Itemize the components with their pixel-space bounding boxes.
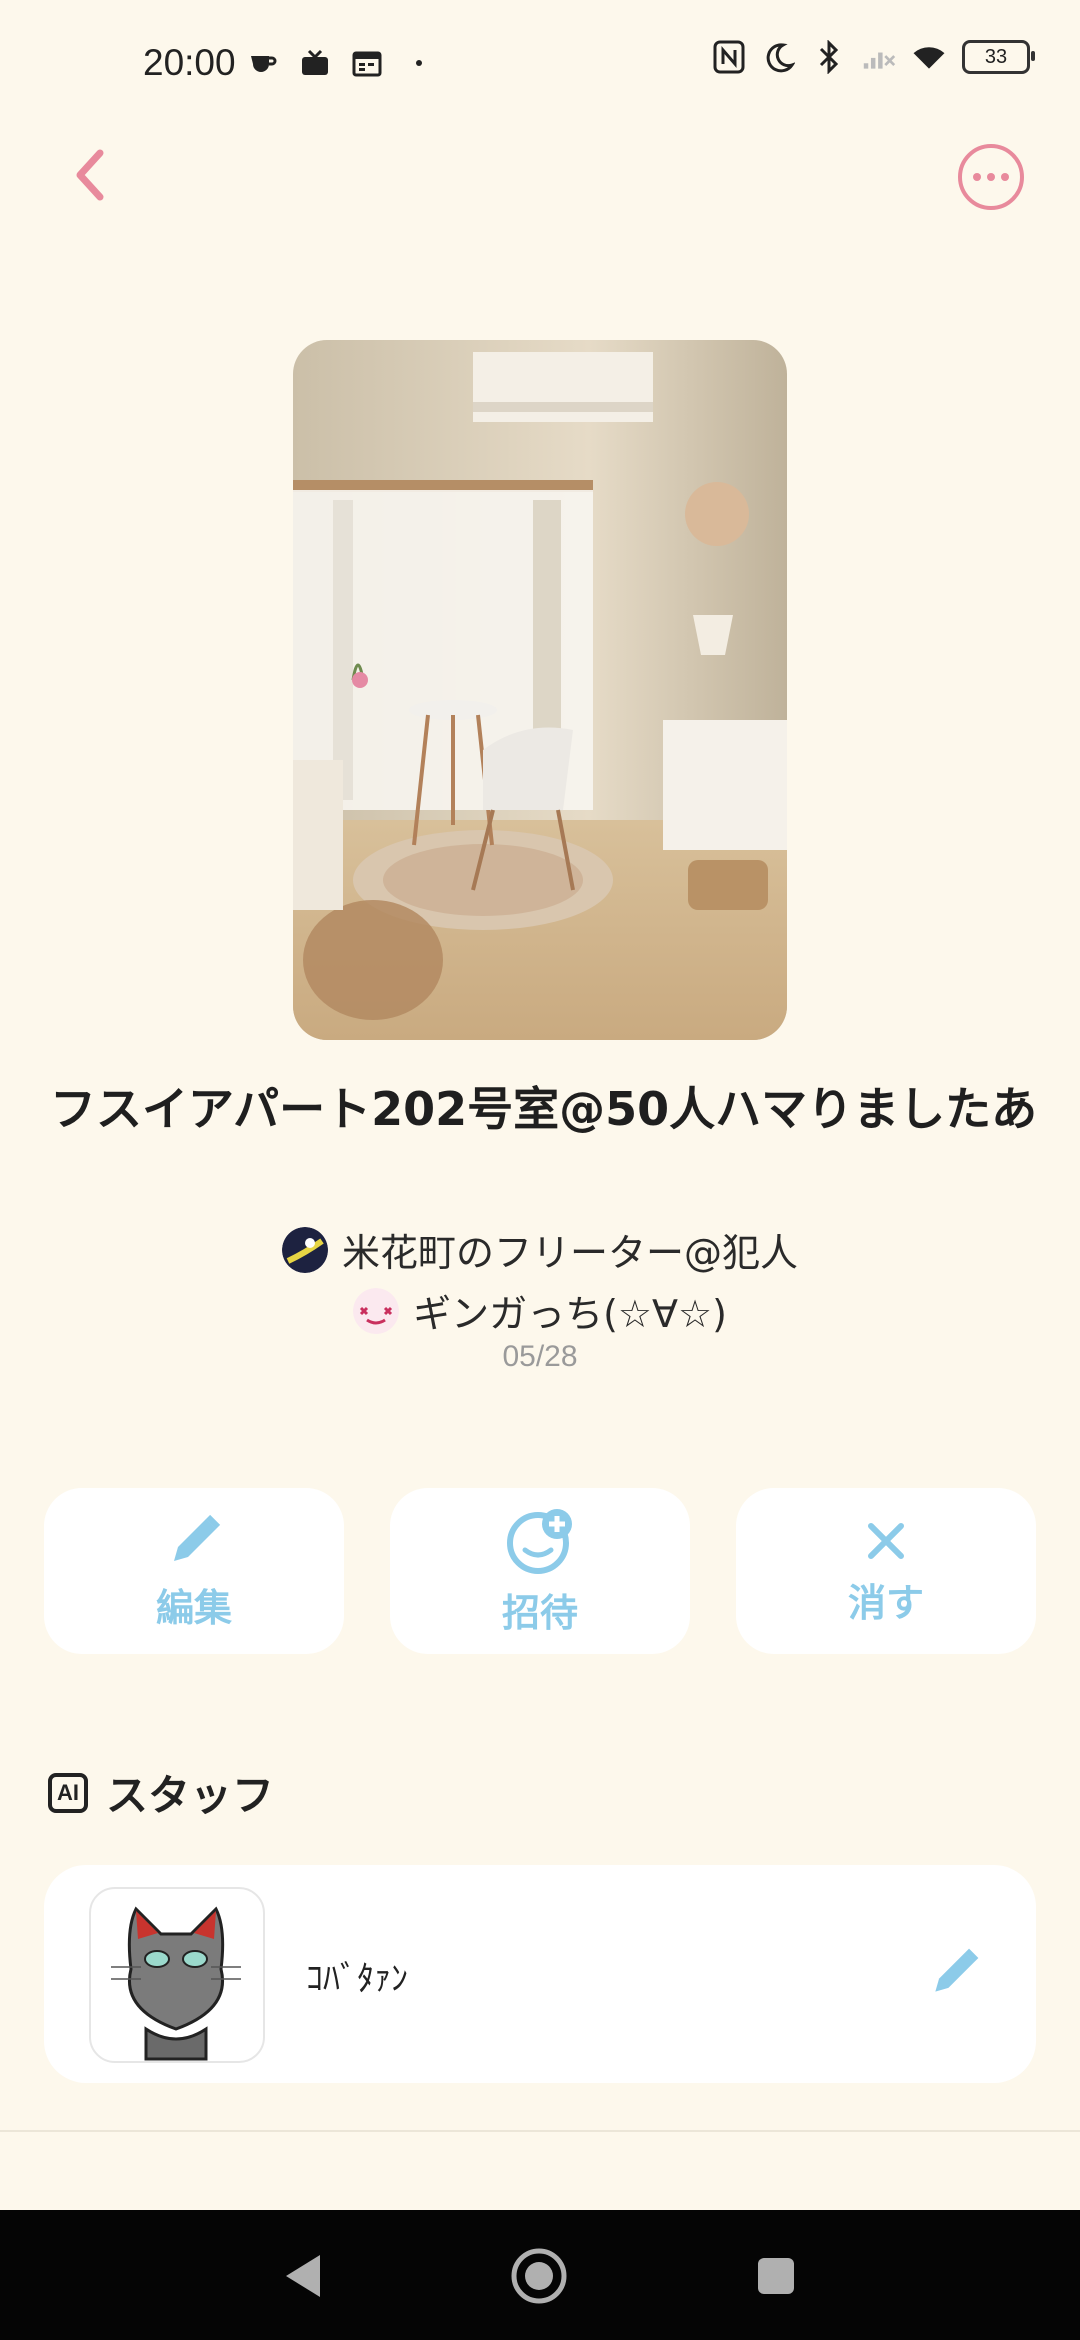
coffee-icon — [246, 46, 280, 80]
staff-section-header: AI スタッフ — [48, 1762, 274, 1823]
ai-badge-icon: AI — [48, 1772, 88, 1813]
bluetooth-icon — [812, 40, 846, 74]
triangle-back-icon — [286, 2255, 320, 2297]
room-cover-image — [293, 340, 787, 1040]
staff-name: ｺﾊﾞﾀｧﾝ — [306, 1959, 408, 1999]
staff-card[interactable]: ｺﾊﾞﾀｧﾝ — [44, 1865, 1036, 2083]
status-bar: 20:00 33 — [0, 0, 1080, 130]
participant-item[interactable]: ギンガっち(☆∀☆) — [0, 1283, 1080, 1338]
staff-avatar — [89, 1887, 265, 2063]
participant-item[interactable]: 米花町のフリーター@犯人 — [0, 1222, 1080, 1277]
nav-recents-button[interactable] — [746, 2246, 806, 2306]
invite-label: 招待 — [501, 1590, 578, 1635]
divider — [0, 2130, 1080, 2132]
avatar — [353, 1287, 400, 1334]
square-recents-icon — [758, 2258, 794, 2294]
avatar — [281, 1226, 328, 1273]
participant-name: 米花町のフリーター@犯人 — [341, 1231, 798, 1275]
battery-indicator: 33 — [962, 40, 1035, 74]
pencil-icon — [935, 1948, 979, 1992]
pencil-icon — [174, 1514, 221, 1561]
home-circle-icon — [511, 2248, 567, 2304]
room-title: フスイアパート202号室@50人ハマりましたあ — [50, 1082, 1038, 1136]
invite-button[interactable]: 招待 — [390, 1488, 690, 1654]
close-icon — [868, 1522, 904, 1559]
edit-label: 編集 — [155, 1585, 232, 1630]
nav-back-button[interactable] — [272, 2246, 332, 2306]
staff-edit-button[interactable] — [924, 1943, 984, 2003]
system-nav-bar — [0, 2210, 1080, 2340]
nav-home-button[interactable] — [509, 2246, 569, 2306]
nfc-icon — [712, 40, 746, 74]
tv-icon — [298, 46, 332, 80]
delete-label: 消す — [847, 1580, 924, 1625]
more-options-button[interactable] — [958, 144, 1024, 210]
participant-name: ギンガっち(☆∀☆) — [413, 1292, 727, 1336]
dot-icon — [402, 46, 436, 80]
moon-icon — [762, 40, 796, 74]
wifi-icon — [912, 40, 946, 74]
back-icon — [76, 149, 104, 201]
room-date: 05/28 — [502, 1340, 578, 1373]
calendar-icon — [350, 46, 384, 80]
section-title: スタッフ — [106, 1771, 275, 1820]
back-button[interactable] — [60, 145, 120, 205]
status-time: 20:00 — [143, 42, 236, 83]
delete-button[interactable]: 消す — [736, 1488, 1036, 1654]
edit-button[interactable]: 編集 — [44, 1488, 344, 1654]
invite-icon — [507, 1508, 572, 1574]
signal-icon — [862, 40, 896, 74]
